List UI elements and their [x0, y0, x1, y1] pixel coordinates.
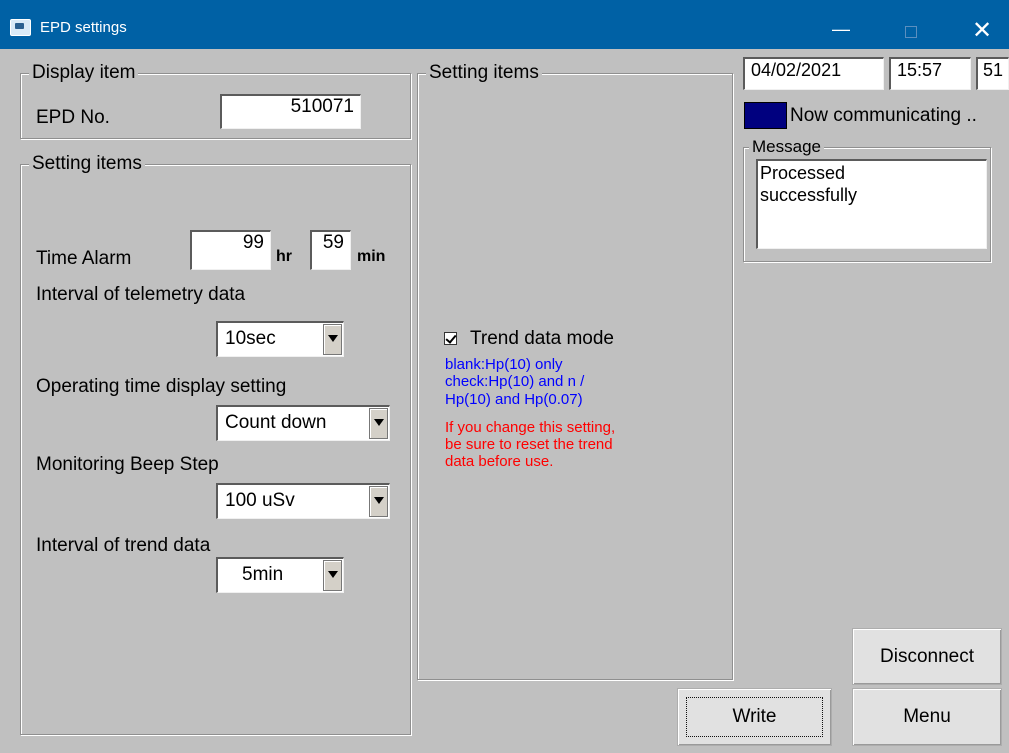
- telemetry-interval-label: Interval of telemetry data: [36, 284, 246, 305]
- setting-items-left-legend: Setting items: [29, 154, 145, 174]
- menu-button[interactable]: Menu: [852, 688, 1002, 746]
- beep-step-label: Monitoring Beep Step: [36, 454, 219, 475]
- title-bar: EPD settings — ✕: [0, 0, 1009, 49]
- trend-interval-label: Interval of trend data: [36, 535, 211, 556]
- chevron-down-icon[interactable]: [369, 486, 388, 517]
- message-line-1: Processed: [760, 163, 846, 183]
- time-alarm-minutes-field[interactable]: 59: [310, 230, 351, 270]
- epd-number-field[interactable]: 510071: [220, 94, 361, 129]
- message-line-2: successfully: [760, 185, 858, 205]
- window-title: EPD settings: [40, 19, 127, 36]
- message-box: Processed successfully: [756, 159, 987, 249]
- setting-items-right-legend: Setting items: [426, 63, 542, 83]
- communication-status-indicator: [744, 102, 787, 129]
- minimize-icon[interactable]: —: [818, 0, 864, 49]
- trend-interval-select[interactable]: 5min: [216, 557, 344, 593]
- operating-time-value: Count down: [225, 412, 327, 433]
- operating-time-select[interactable]: Count down: [216, 405, 390, 441]
- message-legend: Message: [749, 137, 824, 157]
- close-icon[interactable]: ✕: [959, 0, 1005, 49]
- epd-settings-window: EPD settings — ✕ Display item EPD No. 51…: [0, 0, 1009, 753]
- time-alarm-label: Time Alarm: [36, 248, 132, 269]
- epd-number-label: EPD No.: [36, 107, 110, 128]
- partial-field: 51: [976, 57, 1009, 90]
- trend-help-line-1: blank:Hp(10) only: [445, 356, 563, 373]
- trend-help-line-2: check:Hp(10) and n /: [445, 373, 585, 390]
- write-button[interactable]: Write: [677, 688, 832, 746]
- maximize-icon[interactable]: [888, 0, 934, 49]
- time-alarm-hours-field[interactable]: 99: [190, 230, 271, 270]
- trend-warning-line-1: If you change this setting,: [445, 419, 616, 436]
- disconnect-button[interactable]: Disconnect: [852, 628, 1002, 685]
- display-item-legend: Display item: [29, 63, 139, 83]
- chevron-down-icon[interactable]: [323, 560, 342, 591]
- trend-data-mode-label[interactable]: Trend data mode: [470, 328, 614, 350]
- beep-step-select[interactable]: 100 uSv: [216, 483, 390, 519]
- time-field: 15:57: [889, 57, 971, 90]
- trend-data-mode-checkbox[interactable]: [444, 332, 457, 345]
- telemetry-interval-select[interactable]: 10sec: [216, 321, 344, 357]
- operating-time-label: Operating time display setting: [36, 376, 287, 397]
- write-button-label: Write: [732, 706, 777, 727]
- menu-button-label: Menu: [903, 706, 951, 727]
- trend-warning-line-3: data before use.: [445, 453, 554, 470]
- date-field: 04/02/2021: [743, 57, 884, 90]
- chevron-down-icon[interactable]: [369, 408, 388, 439]
- trend-help-line-3: Hp(10) and Hp(0.07): [445, 391, 583, 408]
- minutes-unit-label: min: [357, 248, 386, 265]
- telemetry-interval-value: 10sec: [225, 328, 276, 349]
- hours-unit-label: hr: [276, 248, 292, 265]
- communication-status-text: Now communicating ..: [790, 105, 977, 126]
- app-icon: [10, 19, 31, 36]
- trend-warning-line-2: be sure to reset the trend: [445, 436, 613, 453]
- disconnect-button-label: Disconnect: [880, 646, 974, 667]
- beep-step-value: 100 uSv: [225, 490, 295, 511]
- chevron-down-icon[interactable]: [323, 324, 342, 355]
- trend-interval-value: 5min: [242, 564, 284, 585]
